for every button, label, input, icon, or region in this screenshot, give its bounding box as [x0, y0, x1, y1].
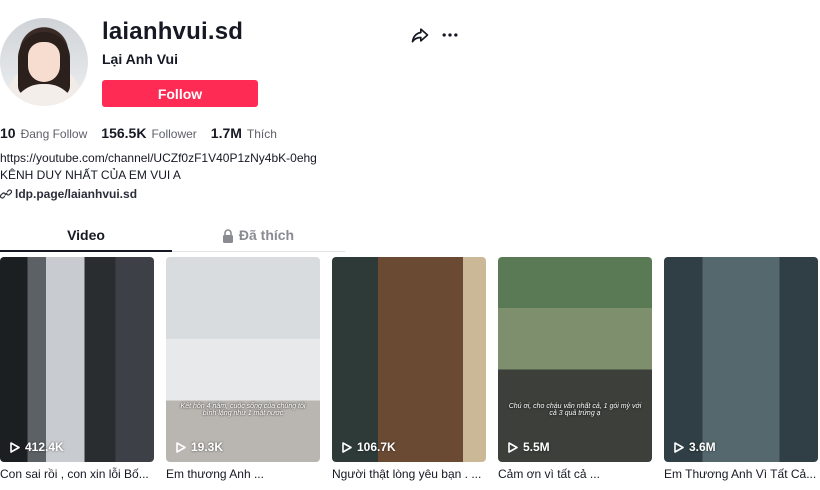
profile-tabs: Video Đã thích [0, 220, 345, 252]
view-count-text: 5.5M [523, 440, 550, 454]
view-count: 3.6M [674, 440, 716, 454]
stat-followers-value: 156.5K [101, 125, 147, 141]
video-thumbnail: 3.6M [664, 257, 818, 462]
stat-likes: 1.7M Thích [211, 125, 277, 141]
view-count: 5.5M [508, 440, 550, 454]
stat-following-label: Đang Follow [20, 127, 88, 141]
stat-following[interactable]: 10 Đang Follow [0, 125, 87, 141]
play-icon [508, 441, 518, 453]
profile-stats: 10 Đang Follow 156.5K Follower 1.7M Thíc… [0, 125, 277, 141]
video-thumbnail: Kết hôn 4 năm, cuộc sống của chúng tôi b… [166, 257, 320, 462]
profile-link-text: ldp.page/laianhvui.sd [15, 187, 138, 201]
avatar[interactable] [0, 18, 88, 106]
view-count-text: 3.6M [689, 440, 716, 454]
video-caption: Người thật lòng yêu bạn . ... [332, 467, 482, 481]
video-overlay-text: Chú ơi, cho cháu vấn nhất cả, 1 gói mỳ v… [508, 403, 642, 417]
video-caption: Cảm ơn vì tất cả ... [498, 467, 600, 481]
username: laianhvui.sd [102, 18, 244, 45]
stat-followers-label: Follower [151, 127, 197, 141]
avatar-face [28, 42, 60, 82]
play-icon [342, 441, 352, 453]
video-card[interactable]: Chú ơi, cho cháu vấn nhất cả, 1 gói mỳ v… [498, 257, 652, 481]
video-card[interactable]: Kết hôn 4 năm, cuộc sống của chúng tôi b… [166, 257, 320, 481]
nickname: Lại Anh Vui [102, 51, 178, 67]
follow-button[interactable]: Follow [102, 80, 258, 107]
tab-liked-label: Đã thích [238, 227, 295, 243]
play-icon [674, 441, 684, 453]
more-icon[interactable] [440, 25, 460, 45]
view-count: 412.4K [10, 440, 64, 454]
lock-icon [222, 229, 233, 243]
view-count-text: 412.4K [25, 440, 64, 454]
profile-link[interactable]: ldp.page/laianhvui.sd [0, 187, 137, 201]
video-thumbnail: 106.7K [332, 257, 486, 462]
link-icon [0, 189, 12, 199]
bio-line-2: KÊNH DUY NHẤT CỦA EM VUI A [0, 168, 181, 182]
stat-followers[interactable]: 156.5K Follower [101, 125, 197, 141]
video-thumbnail: 412.4K [0, 257, 154, 462]
view-count: 19.3K [176, 440, 223, 454]
video-caption: Em thương Anh ... [166, 467, 264, 481]
video-overlay-text: Kết hôn 4 năm, cuộc sống của chúng tôi b… [180, 403, 306, 417]
play-icon [10, 441, 20, 453]
stat-likes-value: 1.7M [210, 125, 242, 141]
play-icon [176, 441, 186, 453]
tab-video[interactable]: Video [0, 220, 172, 252]
stat-likes-label: Thích [246, 127, 277, 141]
video-caption: Em Thương Anh Vì Tất Cả... [664, 467, 817, 481]
video-card[interactable]: 106.7K Người thật lòng yêu bạn . ... [332, 257, 486, 481]
video-grid: 412.4K Con sai rồi , con xin lỗi Bố... K… [0, 257, 818, 481]
view-count-text: 106.7K [357, 440, 396, 454]
video-card[interactable]: 3.6M Em Thương Anh Vì Tất Cả... [664, 257, 818, 481]
stat-following-value: 10 [0, 125, 16, 141]
tab-video-label: Video [67, 227, 105, 243]
tab-liked[interactable]: Đã thích [172, 220, 344, 251]
video-thumbnail: Chú ơi, cho cháu vấn nhất cả, 1 gói mỳ v… [498, 257, 652, 462]
bio-line-1: https://youtube.com/channel/UCZf0zF1V40P… [0, 151, 317, 165]
view-count-text: 19.3K [191, 440, 224, 454]
video-caption: Con sai rồi , con xin lỗi Bố... [0, 467, 149, 481]
view-count: 106.7K [342, 440, 396, 454]
share-icon[interactable] [410, 25, 430, 45]
video-card[interactable]: 412.4K Con sai rồi , con xin lỗi Bố... [0, 257, 154, 481]
